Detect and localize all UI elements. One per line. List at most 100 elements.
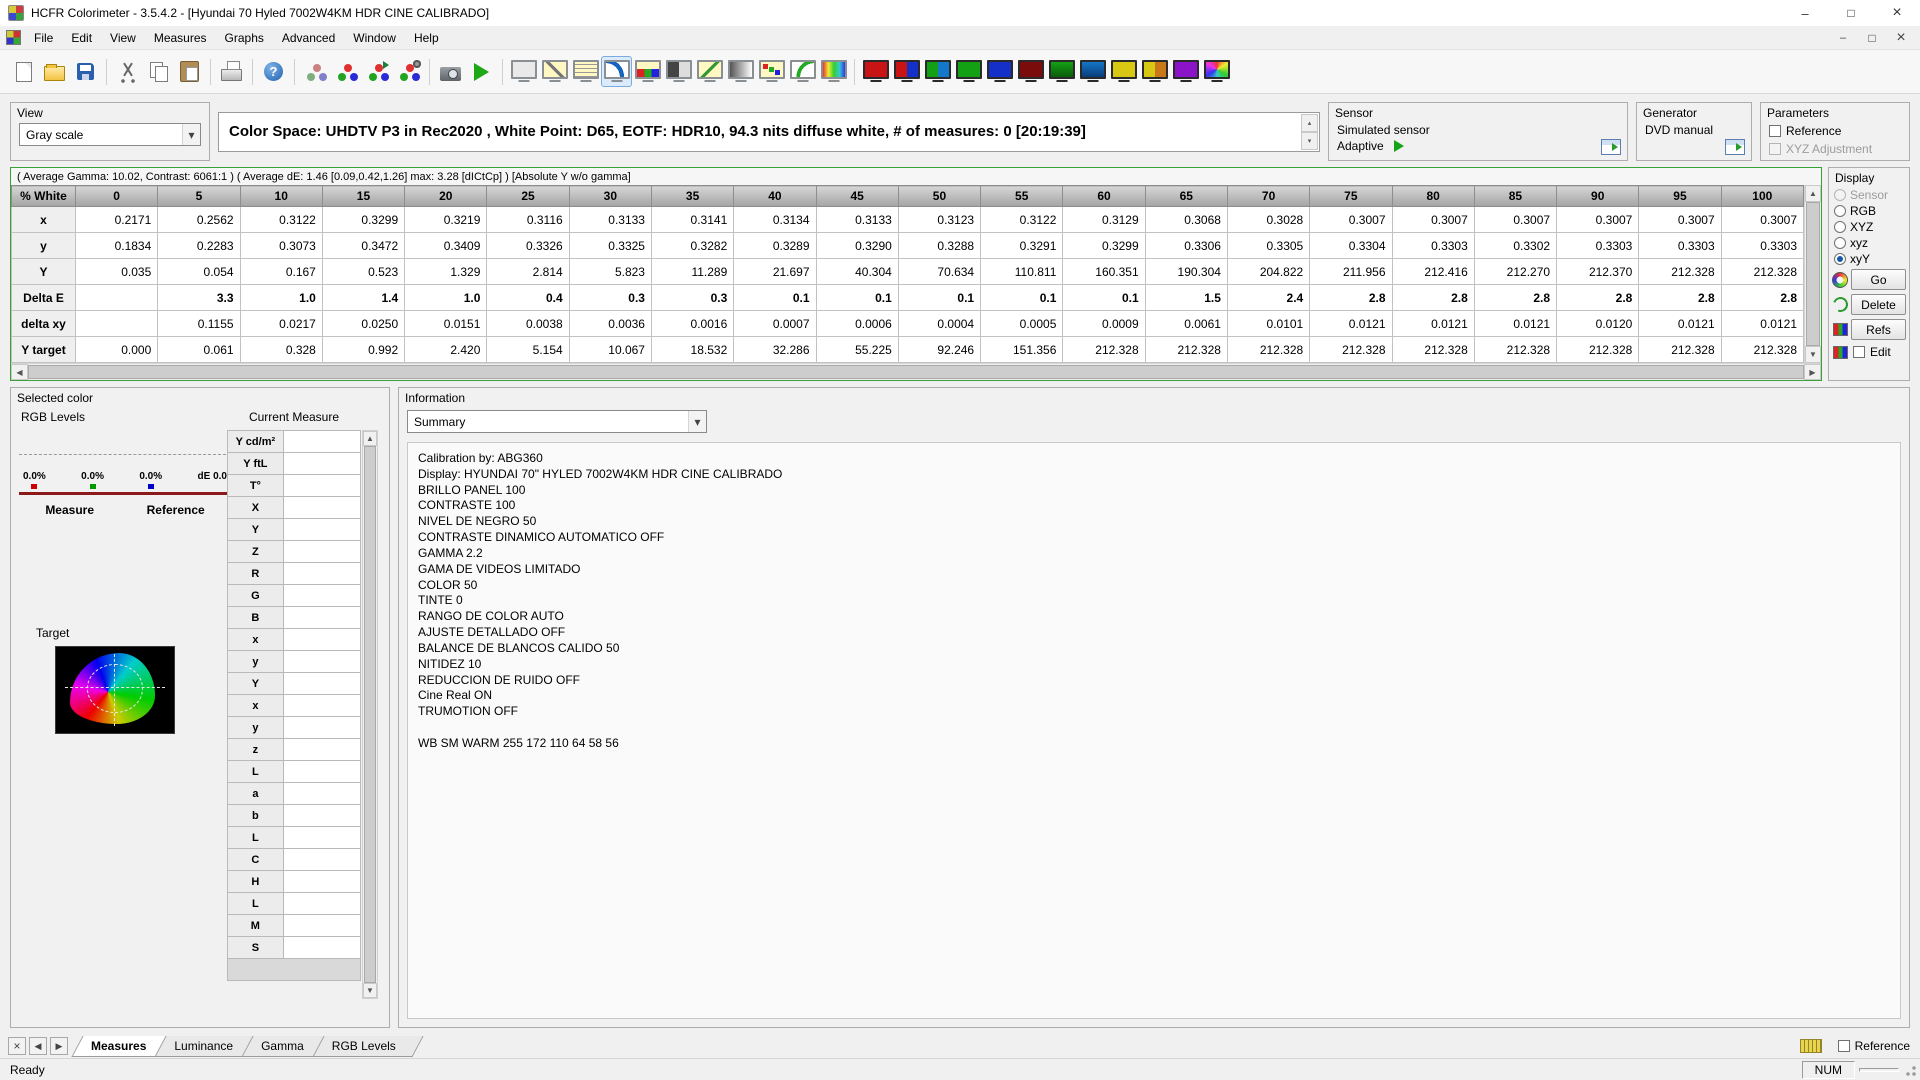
free-measures-view-icon[interactable]: [508, 56, 539, 87]
mdi-close-icon[interactable]: [1888, 29, 1914, 47]
sensor-play-icon[interactable]: [1394, 140, 1404, 152]
generator-config-icon[interactable]: [1725, 139, 1745, 155]
spectrum-view-icon[interactable]: [818, 56, 849, 87]
print-icon[interactable]: [216, 56, 247, 87]
scrollbar-thumb[interactable]: [364, 446, 376, 983]
help-icon[interactable]: [258, 56, 289, 87]
start-measures-icon[interactable]: [466, 56, 497, 87]
reference-display-checkbox[interactable]: Reference: [1838, 1039, 1910, 1053]
close-icon[interactable]: [1874, 0, 1920, 26]
tab-luminance[interactable]: Luminance: [160, 1036, 255, 1057]
measures-horizontal-scrollbar[interactable]: [11, 363, 1821, 380]
radio-xyy[interactable]: xyY: [1829, 251, 1909, 267]
grayscale-view-icon[interactable]: [539, 56, 570, 87]
menu-window[interactable]: Window: [344, 28, 405, 48]
scroll-down-icon[interactable]: [1805, 346, 1821, 363]
delete-button[interactable]: Delete: [1851, 294, 1906, 315]
open-file-icon[interactable]: [39, 56, 70, 87]
value-cell: 212.328: [1145, 337, 1227, 363]
menu-help[interactable]: Help: [405, 28, 448, 48]
menu-advanced[interactable]: Advanced: [273, 28, 344, 48]
save-file-icon[interactable]: [70, 56, 101, 87]
value-cell: 212.370: [1557, 259, 1639, 285]
minimize-icon[interactable]: [1782, 0, 1828, 26]
scroll-left-icon[interactable]: [11, 364, 28, 380]
scroll-down-icon[interactable]: [363, 983, 377, 998]
scrollbar-thumb[interactable]: [1806, 202, 1820, 346]
measure-green-series-icon[interactable]: [1046, 56, 1077, 87]
measure-red-blue-icon[interactable]: [891, 56, 922, 87]
value-cell: 0.167: [240, 259, 322, 285]
current-measure-label: Current Measure: [227, 410, 361, 424]
measure-dark-red-icon[interactable]: [1015, 56, 1046, 87]
measure-yellow-icon[interactable]: [1108, 56, 1139, 87]
measures-vertical-scrollbar[interactable]: [1804, 185, 1821, 363]
radio-xyz[interactable]: xyz: [1829, 235, 1909, 251]
chevron-down-icon[interactable]: [182, 124, 200, 145]
spinner-down-icon[interactable]: [1301, 132, 1318, 150]
restore-icon[interactable]: [1828, 0, 1874, 26]
tab-measures[interactable]: Measures: [77, 1036, 168, 1057]
measure-green-icon[interactable]: [953, 56, 984, 87]
information-select[interactable]: Summary: [407, 410, 707, 433]
mdi-restore-icon[interactable]: [1859, 29, 1885, 47]
grayscale-chart-view-icon[interactable]: [601, 56, 632, 87]
contrast-view-icon[interactable]: [663, 56, 694, 87]
rgb-colors-icon[interactable]: [331, 56, 362, 87]
view-panel: View Gray scale: [10, 102, 210, 161]
spinner-up-icon[interactable]: [1301, 114, 1318, 132]
go-button[interactable]: Go: [1851, 269, 1906, 290]
calibration-notes[interactable]: Calibration by: ABG360 Display: HYUNDAI …: [407, 442, 1901, 1019]
radio-rgb[interactable]: RGB: [1829, 203, 1909, 219]
measure-gold-icon[interactable]: [1139, 56, 1170, 87]
measure-table-scrollbar[interactable]: [362, 430, 378, 999]
cut-icon[interactable]: [112, 56, 143, 87]
keyboard-icon[interactable]: [1800, 1039, 1822, 1053]
paste-icon[interactable]: [174, 56, 205, 87]
menu-edit[interactable]: Edit: [62, 28, 101, 48]
rgb-levels-view-icon[interactable]: [632, 56, 663, 87]
color-settings-icon[interactable]: [393, 56, 424, 87]
scroll-up-icon[interactable]: [363, 431, 377, 446]
measure-purple-icon[interactable]: [1170, 56, 1201, 87]
nearblack-view-icon[interactable]: [570, 56, 601, 87]
view-select[interactable]: Gray scale: [19, 123, 201, 146]
measure-blue-icon[interactable]: [984, 56, 1015, 87]
tab-close-icon[interactable]: [8, 1037, 26, 1055]
resize-grip[interactable]: [1903, 1063, 1917, 1077]
edit-checkbox[interactable]: Edit: [1829, 342, 1909, 362]
chevron-down-icon[interactable]: [688, 411, 706, 432]
radio-xyz[interactable]: XYZ: [1829, 219, 1909, 235]
capture-icon[interactable]: [435, 56, 466, 87]
colorchecker-view-icon[interactable]: [756, 56, 787, 87]
scroll-right-icon[interactable]: [1804, 364, 1821, 380]
value-cell: 0.0250: [322, 311, 404, 337]
menu-measures[interactable]: Measures: [145, 28, 216, 48]
tab-scroll-right-icon[interactable]: [50, 1037, 68, 1055]
tab-rgb-levels[interactable]: RGB Levels: [318, 1036, 418, 1057]
gamma-view-icon[interactable]: [694, 56, 725, 87]
measure-rainbow-icon[interactable]: [1201, 56, 1232, 87]
tracking-view-icon[interactable]: [787, 56, 818, 87]
import-colors-icon[interactable]: [362, 56, 393, 87]
value-cell: 2.8: [1474, 285, 1556, 311]
menu-file[interactable]: File: [25, 28, 62, 48]
tab-scroll-left-icon[interactable]: [29, 1037, 47, 1055]
menu-graphs[interactable]: Graphs: [216, 28, 273, 48]
measure-red-icon[interactable]: [860, 56, 891, 87]
copy-icon[interactable]: [143, 56, 174, 87]
reference-checkbox[interactable]: Reference: [1761, 122, 1909, 140]
measure-blue-series-icon[interactable]: [1077, 56, 1108, 87]
color-data-icon[interactable]: [300, 56, 331, 87]
measures-table[interactable]: % White051015202530354045505560657075808…: [11, 185, 1804, 363]
luminance-view-icon[interactable]: [725, 56, 756, 87]
value-cell: 2.814: [487, 259, 569, 285]
refs-button[interactable]: Refs: [1851, 319, 1906, 340]
new-file-icon[interactable]: [8, 56, 39, 87]
measure-green-blue-icon[interactable]: [922, 56, 953, 87]
sensor-config-icon[interactable]: [1601, 139, 1621, 155]
scroll-up-icon[interactable]: [1805, 185, 1821, 202]
mdi-minimize-icon[interactable]: [1830, 29, 1856, 47]
menu-view[interactable]: View: [101, 28, 145, 48]
scrollbar-thumb[interactable]: [28, 365, 1804, 379]
